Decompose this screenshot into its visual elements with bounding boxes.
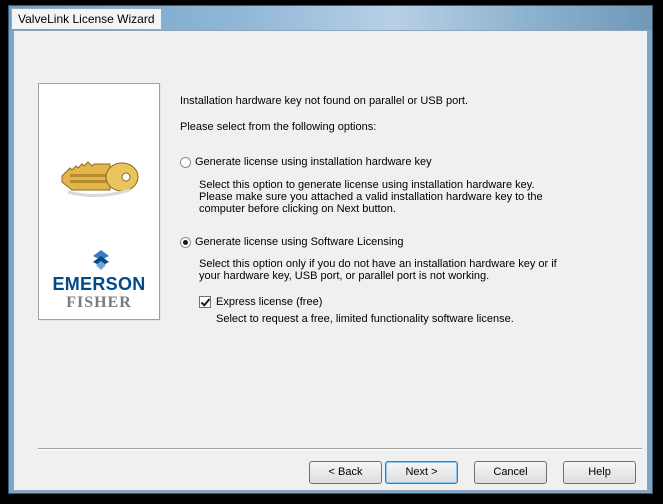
wizard-content: Installation hardware key not found on p… [14, 31, 647, 490]
help-button[interactable]: Help [563, 461, 636, 484]
express-license-label[interactable]: Express license (free) [216, 296, 322, 309]
prompt-text: Please select from the following options… [180, 121, 377, 133]
license-wizard-window: ValveLink License Wizard EMERSON FISHER … [8, 5, 653, 494]
next-button[interactable]: Next > [385, 461, 458, 484]
window-title: ValveLink License Wizard [11, 8, 162, 29]
express-license-description: Select to request a free, limited functi… [216, 313, 514, 325]
cancel-button[interactable]: Cancel [474, 461, 547, 484]
express-license-checkbox[interactable] [199, 296, 211, 308]
software-licensing-description-2: your hardware key, USB port, or parallel… [199, 270, 490, 282]
back-button[interactable]: < Back [309, 461, 382, 484]
intro-text: Installation hardware key not found on p… [180, 95, 468, 107]
software-licensing-option-label[interactable]: Generate license using Software Licensin… [195, 236, 404, 249]
wizard-body: EMERSON FISHER Installation hardware key… [13, 30, 648, 491]
button-divider [38, 448, 642, 450]
hardware-key-option-label[interactable]: Generate license using installation hard… [195, 156, 432, 169]
hardware-key-radio[interactable] [180, 157, 191, 168]
software-licensing-radio[interactable] [180, 237, 191, 248]
title-bar[interactable]: ValveLink License Wizard [9, 6, 652, 30]
hardware-key-description-3: computer before clicking on Next button. [199, 203, 396, 215]
